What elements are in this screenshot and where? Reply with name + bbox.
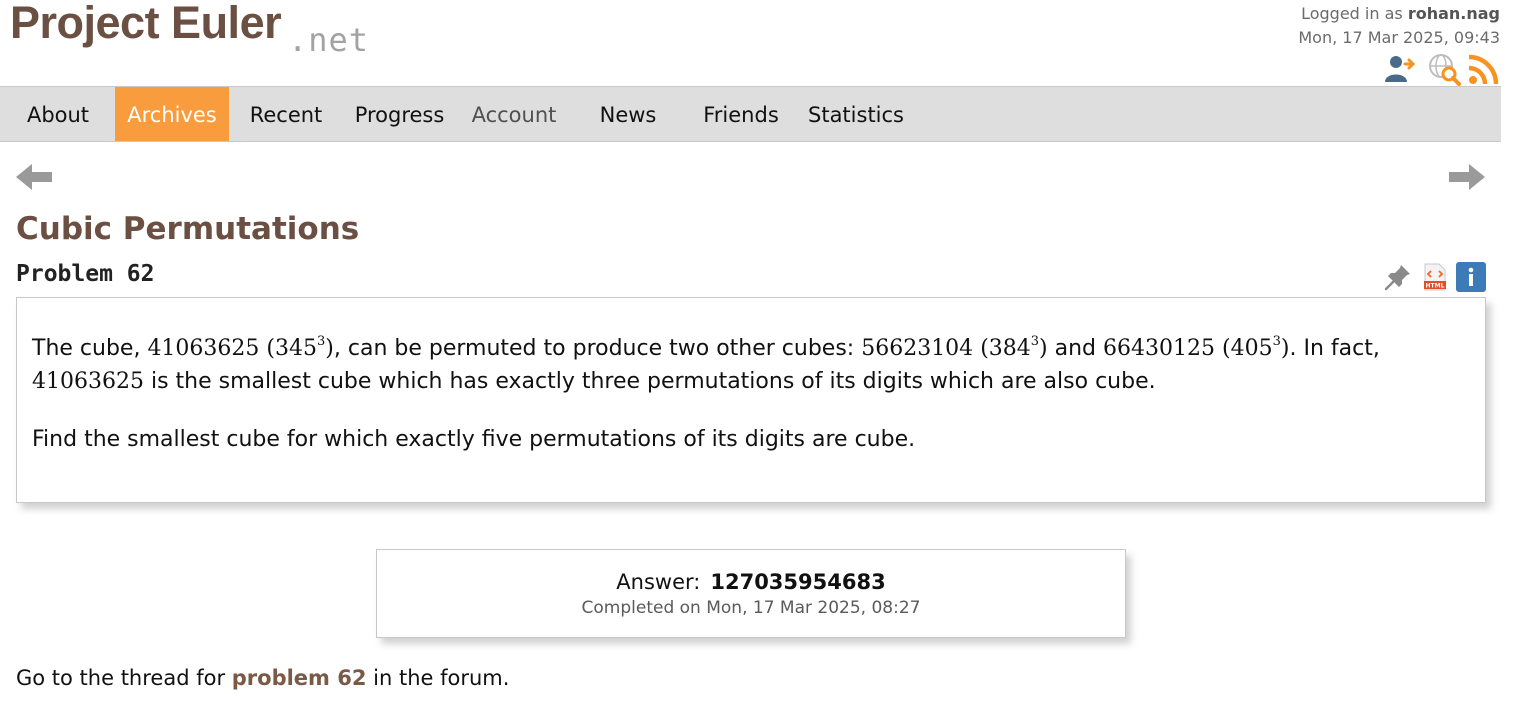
problem-paragraph-2: Find the smallest cube for which exactly… [32, 427, 916, 452]
text-segment: . In fact, [1289, 336, 1380, 361]
math-expression: (4053) [1222, 334, 1289, 361]
problem-content: The cube, 41063625 (3453), can be permut… [16, 297, 1486, 503]
problem-title: Cubic Permutations [16, 211, 360, 247]
login-status: Logged in as rohan.nag [1298, 2, 1500, 26]
site-logo[interactable]: Project Euler .net [10, 0, 390, 60]
forum-thread-link[interactable]: problem 62 [232, 666, 367, 690]
math-paren: ) [325, 336, 334, 361]
html-file-icon[interactable]: HTML [1420, 262, 1450, 292]
text-segment: The cube, [32, 336, 148, 361]
username[interactable]: rohan.nag [1408, 4, 1500, 23]
nav-news[interactable]: News [588, 87, 668, 141]
math-number: 56623104 [861, 336, 974, 361]
user-info: Logged in as rohan.nag Mon, 17 Mar 2025,… [1298, 2, 1500, 50]
completed-date: Completed on Mon, 17 Mar 2025, 08:27 [581, 598, 921, 618]
logged-in-prefix: Logged in as [1301, 4, 1403, 23]
text-segment: , can be permuted to produce two other c… [333, 336, 862, 361]
search-globe-icon[interactable] [1427, 52, 1461, 86]
math-paren: ) [1039, 336, 1048, 361]
forum-line: Go to the thread for problem 62 in the f… [16, 663, 509, 693]
nav-friends[interactable]: Friends [694, 87, 788, 141]
forum-suffix: in the forum. [366, 666, 510, 690]
rss-icon[interactable] [1467, 52, 1501, 86]
math-number: 41063625 [147, 336, 260, 361]
text-segment: is the smallest cube which has exactly t… [143, 369, 1156, 394]
previous-problem-arrow-icon[interactable] [14, 160, 54, 194]
math-base: (345 [266, 336, 317, 361]
pin-icon[interactable] [1383, 262, 1413, 292]
answer-value: 127035954683 [710, 570, 886, 594]
nav-account[interactable]: Account [460, 87, 568, 141]
next-problem-arrow-icon[interactable] [1447, 160, 1487, 194]
info-icon[interactable] [1456, 262, 1486, 292]
answer-label: Answer: [616, 570, 701, 594]
nav-about[interactable]: About [12, 87, 104, 141]
math-expression: (3453) [266, 335, 334, 361]
answer-line: Answer: 127035954683 [377, 568, 1125, 596]
problem-paragraph-1: The cube, 41063625 (3453), can be permut… [32, 332, 1470, 398]
logo-net-text: .net [288, 21, 370, 59]
answer-box: Answer: 127035954683 Completed on Mon, 17… [376, 549, 1126, 638]
svg-text:HTML: HTML [1426, 283, 1445, 290]
math-exponent: 3 [1272, 334, 1281, 349]
nav-archives[interactable]: Archives [115, 87, 229, 141]
account-icon[interactable] [1383, 52, 1417, 86]
text-segment: and [1047, 336, 1104, 361]
nav-progress[interactable]: Progress [343, 87, 456, 141]
main-nav: About Archives Recent Progress Account N… [0, 86, 1501, 142]
math-base: (405 [1222, 336, 1273, 361]
math-number: 41063625 [32, 369, 144, 394]
logo-text: Project Euler [10, 0, 282, 48]
problem-number: Problem 62 [16, 261, 155, 287]
nav-statistics[interactable]: Statistics [800, 87, 912, 141]
math-exponent: 3 [1030, 334, 1040, 349]
math-base: (384 [980, 336, 1031, 361]
math-expression: (3843) [980, 334, 1048, 361]
nav-recent[interactable]: Recent [240, 87, 332, 141]
forum-prefix: Go to the thread for [16, 666, 232, 690]
math-number: 66430125 [1103, 336, 1216, 361]
current-datetime: Mon, 17 Mar 2025, 09:43 [1298, 28, 1500, 47]
